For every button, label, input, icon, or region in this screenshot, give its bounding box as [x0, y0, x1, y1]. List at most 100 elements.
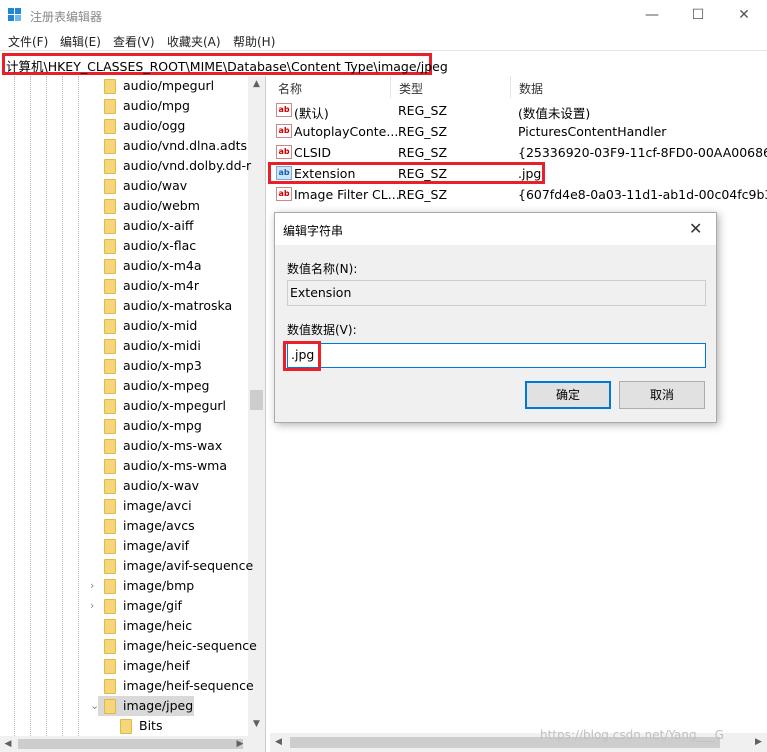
- tree-item-label: audio/x-mpeg: [123, 378, 210, 393]
- folder-icon: [104, 299, 116, 314]
- tree-item[interactable]: audio/x-ms-wax: [0, 436, 248, 456]
- tree-item[interactable]: › image/bmp: [0, 576, 248, 596]
- address-path[interactable]: 计算机\HKEY_CLASSES_ROOT\MIME\Database\Cont…: [6, 56, 448, 75]
- tree-item[interactable]: audio/wav: [0, 176, 248, 196]
- scroll-right-icon[interactable]: ▶: [232, 736, 248, 752]
- tree-item[interactable]: audio/mpg: [0, 96, 248, 116]
- expand-arrow-icon[interactable]: ›: [90, 599, 94, 612]
- value-row[interactable]: ab CLSID REG_SZ {25336920-03F9-11cf-8FD0…: [270, 142, 767, 163]
- value-row[interactable]: ab (默认) REG_SZ (数值未设置): [270, 100, 767, 121]
- value-name: (默认): [294, 106, 329, 121]
- tree-item-label: audio/ogg: [123, 118, 186, 133]
- tree-item[interactable]: Bits: [0, 716, 248, 736]
- value-data-label: 数值数据(V):: [287, 323, 357, 337]
- value-data-input[interactable]: [287, 343, 706, 368]
- tree-item-label: image/heif: [123, 658, 190, 673]
- cancel-button[interactable]: 取消: [619, 381, 705, 409]
- tree-item-label: image/avci: [123, 498, 192, 513]
- collapse-arrow-icon[interactable]: ⌄: [90, 699, 99, 712]
- column-header-name[interactable]: 名称: [270, 76, 391, 98]
- tree-item[interactable]: audio/vnd.dolby.dd-r: [0, 156, 251, 176]
- tree-item[interactable]: image/heif: [0, 656, 248, 676]
- tree-item[interactable]: audio/x-wav: [0, 476, 248, 496]
- folder-icon: [104, 519, 116, 534]
- tree-item-label: audio/x-ms-wma: [123, 458, 228, 473]
- tree-item[interactable]: audio/x-matroska: [0, 296, 248, 316]
- tree-item[interactable]: audio/x-mid: [0, 316, 248, 336]
- tree-item[interactable]: image/avci: [0, 496, 248, 516]
- tree-item[interactable]: audio/x-mp3: [0, 356, 248, 376]
- column-header-data[interactable]: 数据: [511, 76, 767, 98]
- scroll-up-icon[interactable]: ▲: [248, 76, 265, 93]
- tree-item-label: image/heic: [123, 618, 193, 633]
- tree-item[interactable]: audio/webm: [0, 196, 248, 216]
- value-name: CLSID: [294, 145, 331, 160]
- close-button[interactable]: ✕: [721, 0, 767, 30]
- tree-item[interactable]: audio/x-midi: [0, 336, 248, 356]
- folder-icon: [104, 479, 116, 494]
- column-header-type[interactable]: 类型: [391, 76, 511, 98]
- menu-bar: 文件(F) 编辑(E) 查看(V) 收藏夹(A) 帮助(H): [0, 30, 767, 50]
- title-bar: 注册表编辑器 — ☐ ✕: [0, 0, 767, 30]
- menu-help[interactable]: 帮助(H): [233, 33, 275, 50]
- menu-edit[interactable]: 编辑(E): [60, 33, 101, 50]
- tree-item[interactable]: image/avif: [0, 536, 248, 556]
- tree-item[interactable]: image/heif-sequence: [0, 676, 254, 696]
- value-row[interactable]: ab AutoplayConte... REG_SZ PicturesConte…: [270, 121, 767, 142]
- tree-scroll-thumb[interactable]: [250, 390, 263, 410]
- watermark: https://blog.csdn.net/Yang___G: [540, 728, 724, 742]
- tree-item[interactable]: audio/x-ms-wma: [0, 456, 248, 476]
- maximize-button[interactable]: ☐: [675, 0, 721, 30]
- string-value-icon: ab: [276, 145, 292, 159]
- folder-icon: [104, 259, 116, 274]
- tree-item[interactable]: audio/x-mpegurl: [0, 396, 248, 416]
- tree-item[interactable]: image/avcs: [0, 516, 248, 536]
- tree-item[interactable]: audio/x-mpg: [0, 416, 248, 436]
- extension-highlight-box: [268, 162, 545, 184]
- minimize-button[interactable]: —: [629, 0, 675, 30]
- tree-item-selected[interactable]: ⌄ image/jpeg: [90, 696, 194, 716]
- scroll-down-icon[interactable]: ▼: [248, 716, 265, 733]
- folder-icon: [104, 499, 116, 514]
- scroll-right-icon[interactable]: ▶: [750, 733, 767, 752]
- scroll-left-icon[interactable]: ◀: [0, 736, 16, 752]
- tree-item[interactable]: image/avif-sequence: [0, 556, 253, 576]
- tree-item-label: audio/vnd.dlna.adts: [123, 138, 248, 153]
- scroll-left-icon[interactable]: ◀: [270, 733, 287, 752]
- tree-item[interactable]: image/heic-sequence: [0, 636, 257, 656]
- tree-hscroll-thumb[interactable]: [18, 739, 243, 749]
- tree-horizontal-scrollbar[interactable]: ◀ ▶: [0, 736, 265, 752]
- menu-file[interactable]: 文件(F): [8, 33, 48, 50]
- tree-item-label: Bits: [139, 718, 163, 733]
- ok-button[interactable]: 确定: [525, 381, 611, 409]
- tree-item[interactable]: › image/gif: [0, 596, 248, 616]
- folder-icon: [104, 679, 116, 694]
- expand-arrow-icon[interactable]: ›: [90, 579, 94, 592]
- value-row[interactable]: ab Image Filter CL... REG_SZ {607fd4e8-0…: [270, 184, 767, 205]
- folder-icon: [120, 719, 132, 734]
- tree-vertical-scrollbar[interactable]: ▲ ▼: [248, 76, 265, 736]
- dialog-title-bar: 编辑字符串 ✕: [275, 213, 716, 245]
- tree-item-label: image/jpeg: [123, 698, 194, 713]
- tree-item-label: audio/x-mpg: [123, 418, 202, 433]
- tree-item-label: image/gif: [123, 598, 182, 613]
- menu-favorites[interactable]: 收藏夹(A): [167, 33, 221, 50]
- tree-item[interactable]: audio/x-m4a: [0, 256, 248, 276]
- tree-item-label: audio/x-aiff: [123, 218, 194, 233]
- tree-item[interactable]: audio/x-m4r: [0, 276, 248, 296]
- tree-item[interactable]: audio/x-mpeg: [0, 376, 248, 396]
- value-data: (数值未设置): [518, 106, 591, 121]
- tree-item[interactable]: audio/x-aiff: [0, 216, 248, 236]
- tree-item[interactable]: audio/mpegurl: [0, 76, 248, 96]
- tree-item[interactable]: image/heic: [0, 616, 248, 636]
- tree-item[interactable]: audio/ogg: [0, 116, 248, 136]
- folder-icon: [104, 159, 116, 174]
- tree-item[interactable]: audio/vnd.dlna.adts: [0, 136, 248, 156]
- value-name-field: Extension: [287, 280, 706, 306]
- dialog-title: 编辑字符串: [283, 224, 344, 238]
- tree-item[interactable]: audio/x-flac: [0, 236, 248, 256]
- menu-view[interactable]: 查看(V): [113, 33, 155, 50]
- dialog-close-button[interactable]: ✕: [689, 219, 702, 238]
- folder-icon: [104, 319, 116, 334]
- tree-item-label: image/avif: [123, 538, 190, 553]
